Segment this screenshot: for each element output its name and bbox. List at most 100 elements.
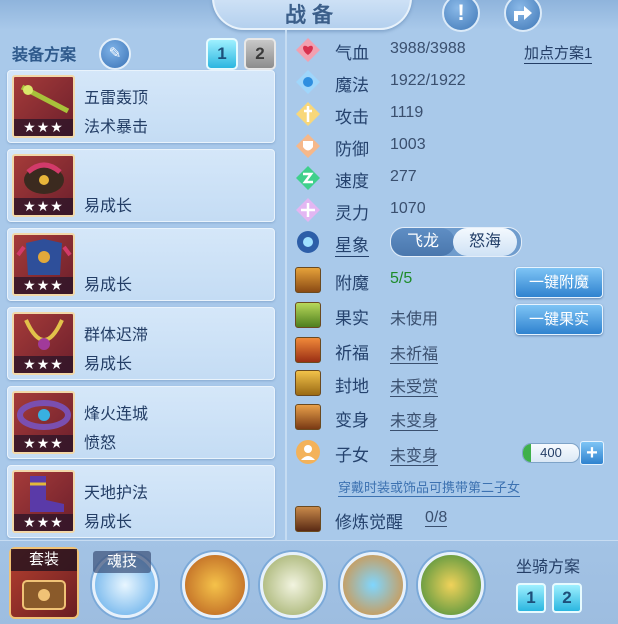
cultivation-icon [295,506,321,532]
blade-skill-icon[interactable] [260,552,326,618]
feature-value[interactable]: 未变身 [390,413,439,431]
feature-value: 5/5 [390,270,413,287]
feature-value[interactable]: 未变身 [390,448,439,466]
battle-prep-panel: 战备 ! 装备方案 ✎ 1 2 ★★★ 五雷轰顶 法术暴击 ★★★ 易成长 ★★… [0,0,618,624]
equip-name: 天地护法 [84,485,149,502]
suit-label: 套装 [11,549,77,571]
cultivation-value[interactable]: 0/8 [425,509,448,527]
stat-label: 速度 [335,172,369,191]
star-sign-icon [297,231,319,253]
feature-label: 果实 [335,309,369,328]
feature-value[interactable]: 未受赏 [390,379,439,397]
equip-effect: 易成长 [84,514,133,531]
armor-icon: ★★★ [12,233,75,296]
mount-plan-tab-1[interactable]: 1 [516,583,546,613]
stat-value: 1003 [390,136,426,153]
speed-icon [296,166,320,190]
equip-effect: 易成长 [84,198,133,215]
equip-slot[interactable]: ★★★ 烽火连城 愤怒 [7,386,275,459]
equip-slot[interactable]: ★★★ 群体迟滞 易成长 [7,307,275,380]
cultivation-label: 修炼觉醒 [335,513,403,532]
transform-icon [295,404,321,430]
equip-effect: 愤怒 [84,435,117,452]
equip-effect: 易成长 [84,356,133,373]
feature-label: 附魔 [335,274,369,293]
boots-icon: ★★★ [12,470,75,533]
bottom-bar: 套装 魂技 坐骑方案 1 2 [0,540,618,624]
star-rating: ★★★ [14,435,73,452]
one-click-fruit-button[interactable]: 一键果实 [515,304,603,335]
stat-label: 攻击 [335,108,369,127]
equip-slot[interactable]: ★★★ 五雷轰顶 法术暴击 [7,70,275,143]
plus-button[interactable]: + [580,441,604,465]
equip-slot[interactable]: ★★★ 天地护法 易成长 [7,465,275,538]
equip-effect: 易成长 [84,277,133,294]
feature-label: 封地 [335,377,369,396]
star-sign-label: 星象 [335,231,369,257]
mana-icon [296,70,320,94]
soul-skill-label: 魂技 [93,551,151,573]
equip-name: 五雷轰顶 [84,90,149,107]
equipment-section: 装备方案 ✎ 1 2 ★★★ 五雷轰顶 法术暴击 ★★★ 易成长 ★★★ 易成长… [0,30,283,540]
pencil-icon[interactable]: ✎ [99,38,131,70]
equip-name: 群体迟滞 [84,327,149,344]
stat-label: 防御 [335,140,369,159]
stat-label: 气血 [335,44,369,63]
page-title: 战备 [285,4,339,27]
spirit-icon [296,198,320,222]
title-plate: 战备 [212,0,412,30]
child-counter: 400 [522,443,580,463]
equip-name: 烽火连城 [84,406,149,423]
star-rating: ★★★ [14,198,73,215]
blessing-icon [295,337,321,363]
stat-value: 1922/1922 [390,72,466,89]
shield-icon [296,134,320,158]
stat-value: 1119 [390,104,424,121]
feature-label: 变身 [335,411,369,430]
equip-plan-tab-2[interactable]: 2 [244,38,276,70]
feature-label: 祈福 [335,344,369,363]
equip-slot[interactable]: ★★★ 易成长 [7,149,275,222]
fief-icon [295,370,321,396]
counter-value: 400 [540,445,562,460]
stat-value: 3988/3988 [390,40,466,57]
attribute-plan-link[interactable]: 加点方案1 [524,42,593,64]
star-rating: ★★★ [14,119,73,136]
mount-plan-tab-2[interactable]: 2 [552,583,582,613]
second-child-hint[interactable]: 穿戴时装或饰品可携带第二子女 [338,477,521,497]
feature-label: 子女 [335,446,369,465]
belt-icon: ★★★ [12,391,75,454]
star-sign-selector: 飞龙 怒海 [390,227,522,257]
star-rating: ★★★ [14,277,73,294]
sword-icon [296,102,320,126]
equip-effect: 法术暴击 [84,119,149,136]
claw-skill-icon[interactable] [182,552,248,618]
leaf-skill-icon[interactable] [418,552,484,618]
stat-label: 魔法 [335,76,369,95]
star-option-nuhai[interactable]: 怒海 [453,228,517,256]
star-rating: ★★★ [14,356,73,373]
equip-list: ★★★ 五雷轰顶 法术暴击 ★★★ 易成长 ★★★ 易成长 ★★★ 群体迟滞 易… [7,70,275,544]
helmet-icon: ★★★ [12,154,75,217]
fruit-icon [295,302,321,328]
stat-value: 277 [390,168,417,185]
suit-button[interactable]: 套装 [9,547,79,619]
enchant-icon [295,267,321,293]
star-option-feilong[interactable]: 飞龙 [391,228,455,256]
stat-value: 1070 [390,200,426,217]
weapon-icon: ★★★ [12,75,75,138]
equip-slot[interactable]: ★★★ 易成长 [7,228,275,301]
feature-value: 未使用 [390,311,439,328]
one-click-enchant-button[interactable]: 一键附魔 [515,267,603,298]
column-divider [285,30,287,540]
wave-skill-icon[interactable] [340,552,406,618]
heart-icon [296,38,320,62]
stats-section: 加点方案1 气血 3988/3988 魔法 1922/1922 攻击 1119 … [290,30,618,540]
necklace-icon: ★★★ [12,312,75,375]
equip-plan-title: 装备方案 [12,47,77,64]
star-rating: ★★★ [14,514,73,531]
feature-value[interactable]: 未祈福 [390,346,439,364]
equip-plan-tab-1[interactable]: 1 [206,38,238,70]
stat-label: 灵力 [335,204,369,223]
child-icon [296,440,320,464]
